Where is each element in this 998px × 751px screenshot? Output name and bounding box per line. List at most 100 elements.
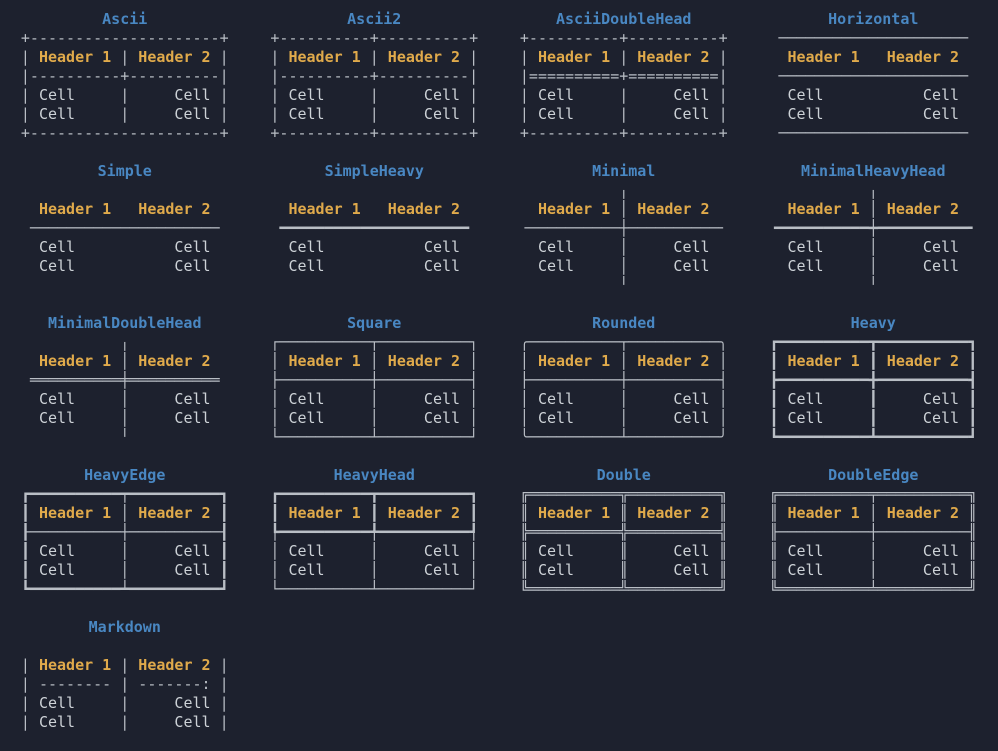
box-style-simple: Simple Header 1 Header 2 ───────────────… bbox=[0, 162, 250, 314]
border-text: │ bbox=[520, 390, 538, 408]
border-text: │ bbox=[270, 352, 288, 370]
table-preview: Ascii2+----------+----------+| Header 1 … bbox=[270, 10, 478, 143]
table-line: │ Cell │ Cell │ bbox=[270, 542, 478, 561]
data-cell: Cell bbox=[288, 105, 324, 123]
box-style-minimalheavyhead: MinimalHeavyHead ╷ Header 1 │ Header 2 ╺… bbox=[749, 162, 998, 314]
border-text bbox=[21, 409, 39, 427]
table-line: ║ Header 1 │ Header 2 ║ bbox=[769, 504, 977, 523]
border-text: │ bbox=[574, 390, 673, 408]
table-line: Header 1 Header 2 bbox=[769, 48, 977, 67]
border-text: | bbox=[21, 656, 39, 674]
border-text: ║ bbox=[769, 561, 787, 579]
data-cell: Cell bbox=[673, 409, 709, 427]
border-text: ║ bbox=[574, 542, 673, 560]
table-title: MinimalDoubleHead bbox=[21, 314, 229, 333]
border-text: ║ bbox=[710, 561, 728, 579]
header-cell: Header 2 bbox=[388, 48, 460, 66]
table-title: HeavyHead bbox=[270, 466, 478, 485]
table-line: | Header 1 | Header 2 | bbox=[520, 48, 728, 67]
header-cell: Header 2 bbox=[138, 504, 210, 522]
table-title: AsciiDoubleHead bbox=[520, 10, 728, 29]
border-text: ╚══════════╩══════════╝ bbox=[520, 580, 728, 598]
table-line bbox=[21, 181, 229, 200]
border-text: │ bbox=[270, 542, 288, 560]
data-cell: Cell bbox=[787, 390, 823, 408]
border-text: │ bbox=[610, 200, 637, 218]
table-line: ╔══════════╤══════════╗ bbox=[769, 485, 977, 504]
border-text: ┗━━━━━━━━━━┷━━━━━━━━━━┛ bbox=[21, 580, 229, 598]
border-text: │ bbox=[520, 409, 538, 427]
border-text: +---------------------+ bbox=[21, 124, 229, 142]
table-line: │ Cell │ Cell │ bbox=[520, 390, 728, 409]
table-line: ║ Cell ║ Cell ║ bbox=[520, 561, 728, 580]
border-text: | bbox=[211, 713, 229, 731]
border-text: │ bbox=[574, 409, 673, 427]
table-line: │ Cell │ Cell │ bbox=[270, 409, 478, 428]
border-text bbox=[361, 200, 388, 218]
border-text: ┃ bbox=[824, 390, 923, 408]
data-cell: Cell bbox=[923, 105, 959, 123]
border-text: ╠══════════╬══════════╣ bbox=[520, 523, 728, 541]
border-text: | bbox=[270, 86, 288, 104]
table-line: | Cell | Cell | bbox=[21, 86, 229, 105]
border-text: ───────────────────── bbox=[769, 29, 977, 47]
border-text bbox=[460, 257, 478, 275]
table-title: Simple bbox=[21, 162, 229, 181]
border-text: │ bbox=[325, 390, 424, 408]
data-cell: Cell bbox=[787, 238, 823, 256]
border-text bbox=[211, 352, 229, 370]
border-text: │ bbox=[270, 561, 288, 579]
table-line: ╷ bbox=[21, 333, 229, 352]
table-line: ┏━━━━━━━━━━┯━━━━━━━━━━┓ bbox=[21, 485, 229, 504]
border-text: ┃ bbox=[824, 409, 923, 427]
table-line: |==========+==========| bbox=[520, 67, 728, 86]
border-text: | bbox=[211, 656, 229, 674]
table-preview: Horizontal ───────────────────── Header … bbox=[769, 10, 977, 143]
header-cell: Header 2 bbox=[138, 352, 210, 370]
data-cell: Cell bbox=[424, 238, 460, 256]
border-text: ╔══════════╦══════════╗ bbox=[520, 485, 728, 503]
data-cell: Cell bbox=[39, 257, 75, 275]
data-cell: Cell bbox=[673, 542, 709, 560]
table-line: +----------+----------+ bbox=[270, 124, 478, 143]
table-preview: Markdown| Header 1 | Header 2 || -------… bbox=[21, 618, 229, 751]
border-text: | bbox=[361, 48, 388, 66]
border-text: ┣━━━━━━━━━━╋━━━━━━━━━━┫ bbox=[769, 371, 977, 389]
border-text: ║ bbox=[769, 504, 787, 522]
table-preview: Heavy┏━━━━━━━━━━┳━━━━━━━━━━┓┃ Header 1 ┃… bbox=[769, 314, 977, 447]
table-line: |----------+----------| bbox=[270, 67, 478, 86]
table-line: ╷ bbox=[520, 181, 728, 200]
border-text bbox=[75, 238, 174, 256]
border-text: │ bbox=[270, 390, 288, 408]
table-preview: MinimalDoubleHead ╷ Header 1 │ Header 2 … bbox=[21, 314, 229, 447]
table-line bbox=[21, 732, 229, 751]
table-line: ╷ bbox=[769, 181, 977, 200]
data-cell: Cell bbox=[923, 409, 959, 427]
table-line bbox=[21, 276, 229, 295]
header-cell: Header 1 bbox=[787, 352, 859, 370]
header-cell: Header 1 bbox=[787, 48, 859, 66]
header-cell: Header 1 bbox=[538, 200, 610, 218]
data-cell: Cell bbox=[174, 694, 210, 712]
table-title: Rounded bbox=[520, 314, 728, 333]
border-text: | bbox=[710, 105, 728, 123]
border-text: ┃ bbox=[361, 504, 388, 522]
border-text: ┃ bbox=[959, 352, 977, 370]
border-text: │ bbox=[75, 542, 174, 560]
table-line: Header 1 Header 2 bbox=[21, 200, 229, 219]
table-line: Cell │ Cell bbox=[769, 238, 977, 257]
data-cell: Cell bbox=[787, 105, 823, 123]
border-text: │ bbox=[75, 409, 174, 427]
border-text: ══════════╪══════════ bbox=[21, 371, 229, 389]
header-cell: Header 1 bbox=[39, 352, 111, 370]
border-text: ┃ bbox=[460, 504, 478, 522]
border-text: │ bbox=[325, 561, 424, 579]
data-cell: Cell bbox=[673, 561, 709, 579]
table-line: └──────────┴──────────┘ bbox=[270, 428, 478, 447]
table-line: Cell Cell bbox=[21, 257, 229, 276]
border-text: │ bbox=[460, 409, 478, 427]
table-line: +---------------------+ bbox=[21, 124, 229, 143]
table-line: | Header 1 | Header 2 | bbox=[270, 48, 478, 67]
border-text bbox=[211, 200, 229, 218]
header-cell: Header 1 bbox=[538, 504, 610, 522]
